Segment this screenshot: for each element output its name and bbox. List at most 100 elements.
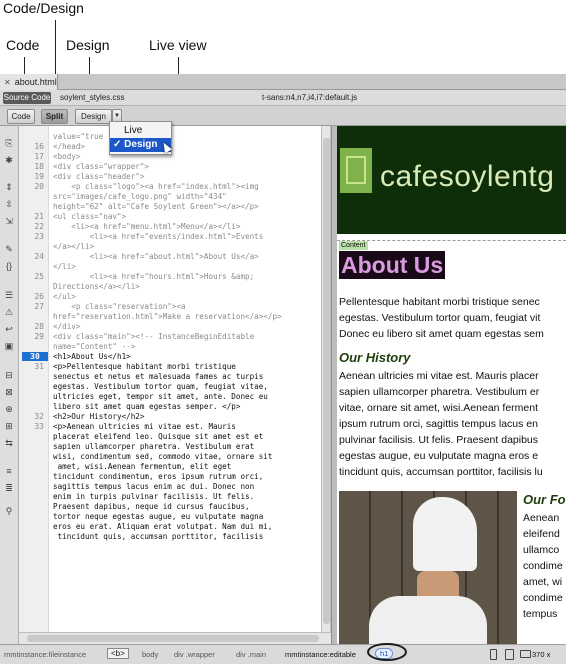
tag-selector-instance[interactable]: mmtinstance:fileinstance — [4, 650, 86, 659]
apply-comment-icon[interactable]: ⊟ — [3, 370, 15, 380]
code-line[interactable]: egestas. Vestibulum tortor quam, feugiat… — [53, 382, 268, 392]
outdent-code-icon[interactable]: ≣ — [3, 483, 15, 493]
code-line[interactable]: wisi, condimentum sed, commodo vitae, or… — [53, 452, 272, 462]
code-line[interactable]: <div class="header"> — [53, 172, 144, 182]
code-line[interactable]: sagittis tempus lacus enim ac dui. Donec… — [53, 482, 254, 492]
tab-about-html[interactable]: ✕ about.html — [0, 74, 58, 90]
callout-code-design: Code/Design — [3, 0, 84, 16]
code-line[interactable]: amet, wisi.Aenean fermentum, elit eget — [53, 462, 232, 472]
history-line: vitae, ornare sit amet, wisi.Aenean ferm… — [339, 402, 539, 414]
logo-text[interactable]: cafesoylentg — [380, 160, 554, 194]
expand-all-icon[interactable]: ⇲ — [3, 216, 15, 226]
move-css-icon[interactable]: ⇆ — [3, 438, 15, 448]
tag-selector-body[interactable]: body — [142, 650, 158, 659]
source-code-button[interactable]: Source Code — [3, 92, 51, 104]
code-line[interactable]: <li><a href="events/index.html">Events — [53, 232, 264, 242]
code-line[interactable]: eros eu erat. Aliquam erat volutpat. Nam… — [53, 522, 272, 532]
tag-selector-editable[interactable]: mmtinstance:editable — [285, 650, 356, 659]
menu-item-live[interactable]: Live — [110, 124, 171, 138]
callout-design: Design — [66, 37, 110, 53]
code-line[interactable]: <body> — [53, 152, 80, 162]
code-line[interactable]: enim in turpis pulvinar facilisis. Ut fe… — [53, 492, 254, 502]
editable-region-tab[interactable]: Content — [339, 241, 368, 250]
history-line: egestas augue, eu vulputate magna eros e — [339, 450, 539, 462]
tag-selector-code[interactable]: <b> — [107, 648, 129, 659]
code-line[interactable]: <li><a href="about.html">About Us</a> — [53, 252, 259, 262]
close-tab-icon[interactable]: ✕ — [4, 78, 11, 87]
code-line[interactable]: </a></li> — [53, 242, 94, 252]
intro-line: Pellentesque habitant morbi tristique se… — [339, 296, 540, 308]
remove-comment-icon[interactable]: ⊠ — [3, 387, 15, 397]
code-view-button[interactable]: Code — [7, 109, 35, 124]
line-number: 31 — [34, 362, 44, 371]
word-wrap-icon[interactable]: ↩ — [3, 324, 15, 334]
open-documents-icon[interactable]: ⎘ — [3, 138, 15, 148]
code-line[interactable]: sapien ullamcorper pharetra. Vestibulum … — [53, 442, 254, 452]
code-line[interactable]: href="reservation.html">Make a reservati… — [53, 312, 282, 322]
tab-label: about.html — [14, 77, 57, 87]
code-line[interactable]: <h1>About Us</h1> — [53, 352, 131, 362]
code-line[interactable]: </li> — [53, 262, 76, 272]
code-view-pane[interactable]: 16 17 18 19 20 21 22 23 24 25 26 27 28 29 30 31 32 33 val… — [19, 126, 321, 632]
select-parent-tag-icon[interactable]: ✎ — [3, 244, 15, 254]
code-line[interactable]: <div class="wrapper"> — [53, 162, 149, 172]
code-line[interactable]: </ul> — [53, 292, 76, 302]
tag-selector-main[interactable]: div .main — [236, 650, 266, 659]
code-line[interactable]: tincidunt condimentum, eros ipsum rutrum… — [53, 472, 263, 482]
scrollbar-thumb[interactable] — [27, 635, 319, 642]
format-source-code-icon[interactable]: ⚲ — [3, 506, 15, 516]
line-number: 28 — [34, 322, 44, 331]
tag-selector-wrapper[interactable]: div .wrapper — [174, 650, 215, 659]
design-view-button[interactable]: Design — [75, 109, 112, 124]
related-file-font-js[interactable]: t-sans:n4,n7,i4,i7:default.js — [262, 90, 357, 106]
code-line[interactable]: <h2>Our History</h2> — [53, 412, 144, 422]
wrap-tag-icon[interactable]: ⊕ — [3, 404, 15, 414]
code-line[interactable]: tincidunt quis, accumsan porttitor, faci… — [53, 532, 264, 542]
code-line[interactable]: placerat eleifend leo. Quisque sit amet … — [53, 432, 263, 442]
design-view-pane[interactable]: cafesoylentg Content About Us Pellentesq… — [337, 126, 566, 644]
collapse-selection-icon[interactable]: ⇳ — [3, 199, 15, 209]
page-heading[interactable]: About Us — [339, 251, 446, 279]
code-line[interactable]: ultricies eget, tempor sit amet, ante. D… — [53, 392, 268, 402]
side-line: condime — [523, 592, 563, 604]
side-heading: Our Fo — [523, 492, 566, 507]
code-line[interactable]: </div> — [53, 322, 80, 332]
show-code-navigator-icon[interactable]: ✱ — [3, 155, 15, 165]
mobile-size-icon[interactable] — [490, 649, 497, 660]
code-line[interactable]: tortor neque egestas augue, eu vulputate… — [53, 512, 263, 522]
code-line[interactable]: senectus et netus et malesuada fames ac … — [53, 372, 263, 382]
code-line[interactable]: Praesent dapibus, neque id cursus faucib… — [53, 502, 250, 512]
highlight-invalid-code-icon[interactable]: ⚠ — [3, 307, 15, 317]
intro-line: egestas. Vestibulum tortor quam, feugiat… — [339, 312, 541, 324]
window-size-readout[interactable]: 370 x — [532, 650, 550, 659]
balance-braces-icon[interactable]: {} — [3, 261, 15, 271]
code-line[interactable]: <ul class="nav"> — [53, 212, 126, 222]
indent-code-icon[interactable]: ≡ — [3, 466, 15, 476]
code-line[interactable]: <p class="logo"><a href="index.html"><im… — [53, 182, 258, 192]
related-file-css[interactable]: soylent_styles.css — [60, 90, 124, 106]
code-line[interactable]: <div class="main"><!-- InstanceBeginEdit… — [53, 332, 254, 342]
code-line[interactable]: name="Content" --> — [53, 342, 135, 352]
line-numbers-icon[interactable]: ☰ — [3, 290, 15, 300]
scrollbar-thumb[interactable] — [323, 138, 330, 624]
code-horizontal-scrollbar[interactable] — [19, 632, 331, 644]
history-line: pulvinar facilisis. Ut felis. Praesent d… — [339, 434, 539, 446]
code-line[interactable]: <li><a href="hours.html">Hours &amp; — [53, 272, 255, 282]
code-line[interactable]: <li><a href="menu.html">Menu</a></li> — [53, 222, 240, 232]
recent-snippets-icon[interactable]: ⊞ — [3, 421, 15, 431]
code-line[interactable]: height="62" alt="Cafe Soylent Green"></a… — [53, 202, 259, 212]
code-line[interactable]: <p>Aenean ultricies mi vitae est. Mauris — [53, 422, 236, 432]
code-line[interactable]: <p>Pellentesque habitant morbi tristique — [53, 362, 236, 372]
code-line[interactable]: Directions</a></li> — [53, 282, 140, 292]
collapse-tag-icon[interactable]: ⇕ — [3, 182, 15, 192]
code-vertical-scrollbar[interactable] — [321, 126, 331, 632]
code-line[interactable]: src="images/cafe_logo.png" width="434" — [53, 192, 227, 202]
code-line[interactable]: </head> — [53, 142, 85, 152]
split-view-button[interactable]: Split — [41, 109, 68, 124]
syntax-coloring-icon[interactable]: ▣ — [3, 341, 15, 351]
code-line[interactable]: <p class="reservation"><a — [53, 302, 185, 312]
code-line[interactable]: libero sit amet quam egestas semper. </p… — [53, 402, 240, 412]
tablet-size-icon[interactable] — [505, 649, 514, 660]
desktop-size-icon[interactable] — [520, 650, 531, 658]
code-line[interactable]: value="true — [53, 132, 103, 142]
